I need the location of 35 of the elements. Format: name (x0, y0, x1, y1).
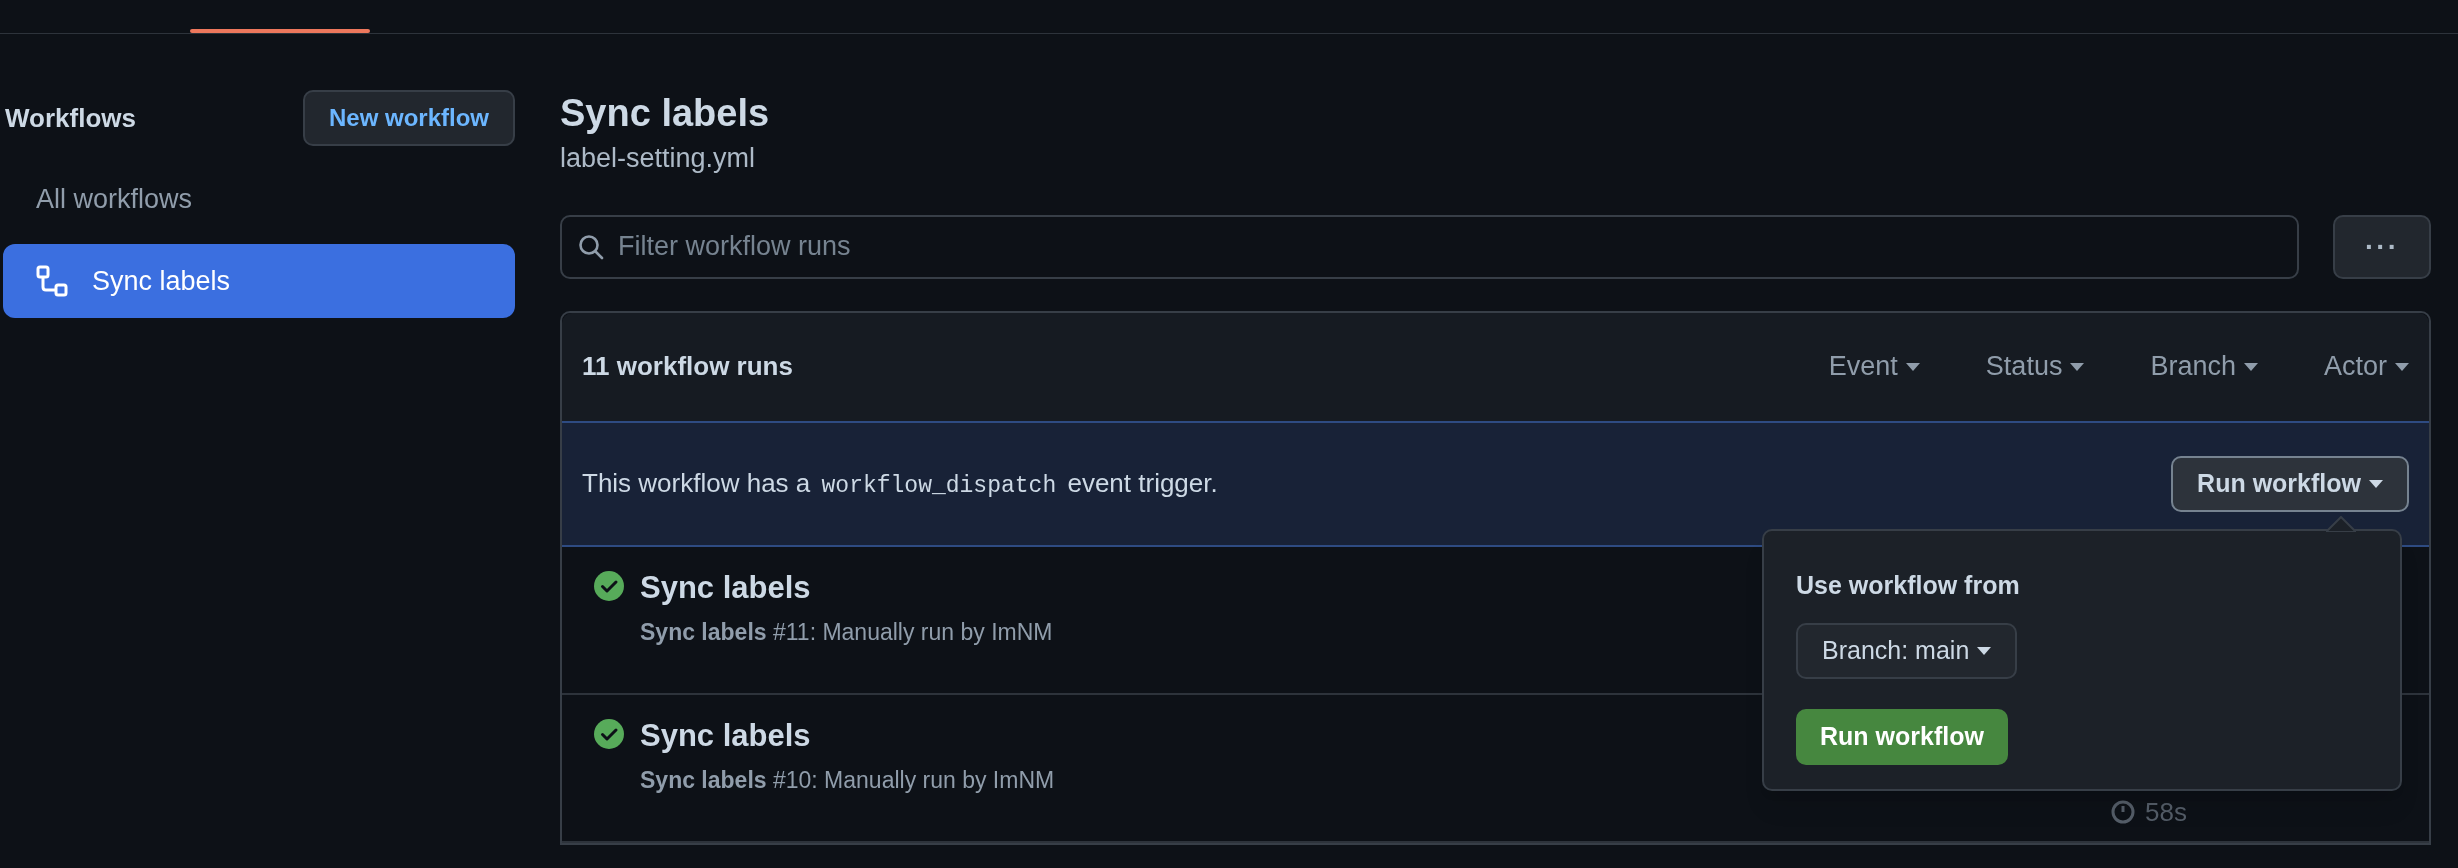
workflow-file: label-setting.yml (560, 142, 756, 175)
run-title[interactable]: Sync labels (640, 718, 811, 753)
run-subtitle: Sync labels #11: Manually run by ImNM (640, 617, 1053, 647)
run-duration: 58s (2145, 795, 2187, 829)
search-field[interactable]: Filter workflow runs (560, 214, 2299, 279)
run-workflow-submit-button[interactable]: Run workflow (1796, 708, 2008, 765)
sidebar-item[interactable]: All workflows (3, 162, 515, 236)
check-circle-icon (594, 570, 624, 601)
filter-dropdown[interactable]: Event (1828, 346, 1920, 387)
run-count: 11 workflow runs (582, 350, 793, 383)
more-options-button[interactable]: ··· (2333, 214, 2431, 279)
page-title: Sync labels (560, 91, 770, 136)
popover-label: Use workflow from (1796, 570, 2020, 601)
new-workflow-button[interactable]: New workflow (302, 90, 515, 146)
caret-icon (1977, 646, 1992, 655)
filter-dropdown[interactable]: Actor (2323, 346, 2409, 387)
branch-select[interactable]: Branch: main (1796, 622, 2018, 679)
caret-icon (2070, 362, 2085, 371)
filter-dropdown[interactable]: Branch (2150, 346, 2258, 387)
caret-icon (1905, 362, 1920, 371)
search-icon (578, 233, 604, 260)
check-circle-icon (594, 718, 624, 749)
caret-icon (2369, 479, 2383, 488)
filter-dropdown[interactable]: Status (1985, 346, 2085, 387)
search-input[interactable]: Filter workflow runs (618, 226, 2281, 267)
timer-icon (2111, 800, 2136, 824)
run-workflow-button[interactable]: Run workflow (2171, 455, 2409, 512)
caret-icon (2243, 362, 2258, 371)
banner-text: This workflow has a workflow_dispatch event trigger. (582, 466, 1218, 501)
sidebar-item[interactable]: Sync labels (3, 244, 515, 318)
caret-icon (2395, 362, 2409, 371)
run-subtitle: Sync labels #10: Manually run by ImNM (640, 765, 1055, 795)
sidebar-title: Workflows (4, 101, 136, 135)
workflow-icon (36, 265, 68, 297)
run-title[interactable]: Sync labels (640, 570, 811, 605)
